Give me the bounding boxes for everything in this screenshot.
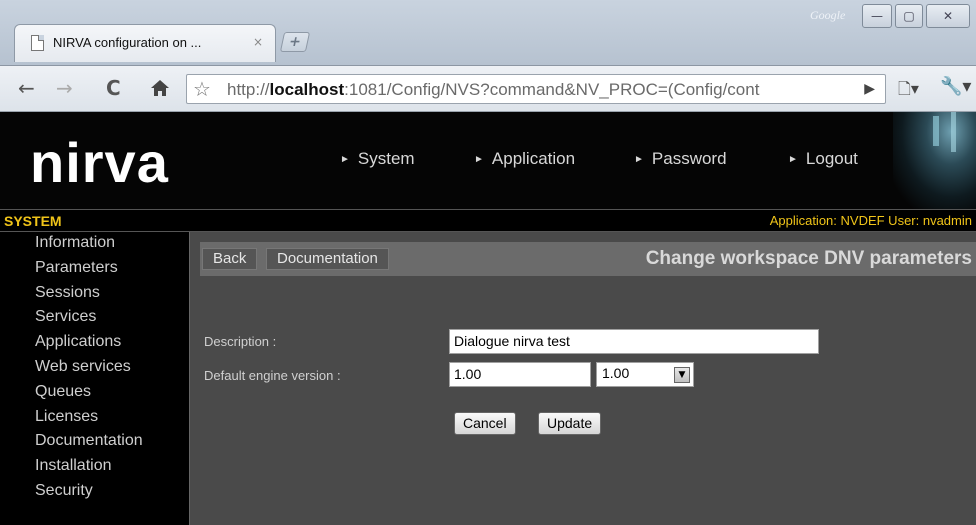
browser-titlebar: NIRVA configuration on ... × + Google — … (0, 0, 976, 66)
sidebar-item-installation[interactable]: Installation (0, 457, 190, 482)
sidebar-item-applications[interactable]: Applications (0, 333, 190, 358)
browser-tab[interactable]: NIRVA configuration on ... × (14, 24, 276, 62)
nav-password[interactable]: ► Password (634, 149, 727, 169)
wrench-icon[interactable]: 🔧▾ (940, 76, 971, 97)
tab-title: NIRVA configuration on ... (53, 35, 202, 50)
documentation-button[interactable]: Documentation (266, 248, 389, 270)
back-arrow-icon[interactable]: ← (18, 76, 35, 100)
engine-version-field[interactable]: 1.00 (449, 362, 591, 387)
cancel-button[interactable]: Cancel (454, 412, 516, 435)
address-bar[interactable]: ☆ http://localhost:1081/Config/NVS?comma… (186, 74, 886, 104)
sidebar-item-documentation[interactable]: Documentation (0, 432, 190, 457)
nav-system[interactable]: ► System (340, 149, 415, 169)
page: nirva ► System ► Application ► Password ► Lo… (0, 112, 976, 525)
engine-version-selected: 1.00 (602, 365, 630, 381)
action-bar: Back Documentation Change workspace DNV … (200, 242, 976, 276)
sidebar-item-queues[interactable]: Queues (0, 383, 190, 408)
close-window-button[interactable]: ✕ (926, 4, 970, 28)
header-photo (893, 112, 976, 209)
sidebar-item-web-services[interactable]: Web services (0, 358, 190, 383)
star-icon[interactable]: ☆ (193, 77, 211, 101)
nav-logout[interactable]: ► Logout (788, 149, 858, 169)
sidebar-item-sessions[interactable]: Sessions (0, 284, 190, 309)
sidebar: Information Parameters Sessions Services… (0, 232, 190, 525)
update-button[interactable]: Update (538, 412, 602, 435)
system-bar: SYSTEM Application: NVDEF User: nvadmin (0, 209, 976, 232)
tab-close-icon[interactable]: × (253, 35, 263, 49)
minimize-button[interactable]: — (862, 4, 892, 28)
back-button[interactable]: Back (202, 248, 258, 270)
nirva-logo: nirva (30, 131, 169, 194)
home-icon[interactable] (150, 78, 170, 98)
session-info: Application: NVDEF User: nvadmin (769, 213, 972, 228)
description-label: Description : (204, 334, 277, 349)
sidebar-item-parameters[interactable]: Parameters (0, 259, 190, 284)
chevron-down-icon[interactable]: ▼ (674, 367, 690, 383)
url-text: http://localhost:1081/Config/NVS?command… (227, 80, 760, 99)
page-menu-icon[interactable]: 🗋▾ (898, 78, 919, 105)
maximize-button[interactable]: ▢ (895, 4, 923, 28)
google-label: Google (810, 8, 846, 22)
page-title: Change workspace DNV parameters (645, 248, 972, 269)
sidebar-item-security[interactable]: Security (0, 482, 190, 507)
play-arrow-icon[interactable]: ▶ (864, 81, 875, 97)
section-title: SYSTEM (4, 213, 62, 229)
browser-toolbar: ← → C ☆ http://localhost:1081/Config/NVS… (0, 66, 976, 112)
page-icon (31, 35, 44, 51)
sidebar-item-information[interactable]: Information (0, 234, 190, 259)
site-header: nirva ► System ► Application ► Password ► Lo… (0, 112, 976, 209)
sidebar-item-services[interactable]: Services (0, 308, 190, 333)
description-field[interactable]: Dialogue nirva test (449, 329, 819, 354)
engine-version-select[interactable]: 1.00 ▼ (596, 362, 694, 387)
sidebar-item-licenses[interactable]: Licenses (0, 408, 190, 433)
engine-version-label: Default engine version : (204, 368, 341, 383)
reload-icon[interactable]: C (106, 76, 121, 100)
forward-arrow-icon[interactable]: → (56, 76, 73, 100)
new-tab-button[interactable]: + (279, 32, 311, 52)
nav-application[interactable]: ► Application (474, 149, 575, 169)
